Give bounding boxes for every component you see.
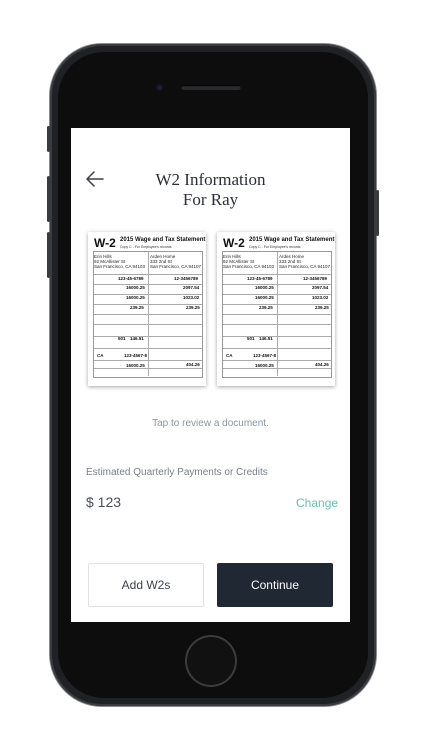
state-id: 123-4567-8 — [253, 353, 277, 358]
front-camera-icon — [155, 83, 164, 92]
form-grid — [93, 251, 203, 378]
page-title-line2: For Ray — [182, 190, 239, 209]
grid-line — [223, 314, 331, 315]
form-code: W-2 — [94, 236, 116, 250]
local-tax: 404.26 — [186, 362, 200, 367]
box12-code: 501 — [247, 336, 255, 341]
home-button[interactable] — [185, 635, 237, 687]
medicare-tax-value: 239.25 — [186, 305, 200, 310]
w2-document-thumbnail[interactable]: W-2 2015 Wage and Tax Statement Copy C -… — [217, 232, 335, 386]
change-link[interactable]: Change — [296, 496, 338, 510]
medicare-tax-value: 239.25 — [315, 305, 329, 310]
grid-line — [94, 368, 202, 369]
ss-wages-value: 16000.25 — [126, 295, 145, 300]
ss-tax-value: 1023.02 — [312, 295, 329, 300]
state-id: 123-4567-8 — [124, 353, 148, 358]
state-code: CA — [97, 353, 104, 358]
grid-line — [223, 348, 331, 349]
wages-value: 16000.25 — [126, 285, 145, 290]
volume-up-button — [47, 176, 50, 222]
add-w2s-button[interactable]: Add W2s — [88, 563, 204, 607]
state-wages: 16000.25 — [255, 363, 274, 368]
state-code: CA — [226, 353, 233, 358]
ssn-value: 123-45-6789 — [118, 276, 144, 281]
page-title-line1: W2 Information — [155, 170, 266, 189]
grid-line — [94, 336, 202, 337]
employee-address: Erin Hills 92 McAllister St San Francisc… — [94, 254, 146, 269]
power-button — [376, 190, 379, 236]
w2-document-thumbnail[interactable]: W-2 2015 Wage and Tax Statement Copy C -… — [88, 232, 206, 386]
grid-line — [223, 324, 331, 325]
app-screen: W2 Information For Ray W-2 2015 Wage and… — [71, 128, 350, 622]
fed-tax-value: 2097.54 — [312, 285, 329, 290]
estimate-amount: $ 123 — [86, 494, 122, 510]
employee-address: Erin Hills 92 McAllister St San Francisc… — [223, 254, 275, 269]
review-hint: Tap to review a document. — [152, 418, 269, 429]
grid-line — [223, 368, 331, 369]
employer-address: Arden Home 333 2nd St San Francisco, CA … — [150, 254, 202, 269]
local-tax: 404.26 — [315, 362, 329, 367]
ssn-value: 123-45-6789 — [247, 276, 273, 281]
grid-line — [94, 324, 202, 325]
form-grid — [222, 251, 332, 378]
form-heading: 2015 Wage and Tax Statement — [249, 237, 335, 243]
estimate-label: Estimated Quarterly Payments or Credits — [86, 467, 268, 478]
box12-code: 501 — [118, 336, 126, 341]
continue-button[interactable]: Continue — [217, 563, 333, 607]
grid-line — [94, 360, 202, 361]
grid-line — [223, 336, 331, 337]
ein-value: 12-3456789 — [303, 276, 328, 281]
form-code: W-2 — [223, 236, 245, 250]
medicare-wages-value: 239.25 — [130, 305, 144, 310]
grid-line — [94, 348, 202, 349]
state-wages: 16000.25 — [126, 363, 145, 368]
earpiece-speaker — [181, 85, 241, 90]
box12-amount: 146.51 — [130, 336, 144, 341]
wages-value: 16000.25 — [255, 285, 274, 290]
form-subheading: Copy C - For Employee's records — [120, 245, 172, 249]
grid-line — [223, 360, 331, 361]
grid-line — [94, 274, 202, 275]
ss-tax-value: 1023.02 — [183, 295, 200, 300]
grid-line — [94, 314, 202, 315]
fed-tax-value: 2097.54 — [183, 285, 200, 290]
form-subheading: Copy C - For Employee's records — [249, 245, 301, 249]
box12-amount: 146.51 — [259, 336, 273, 341]
medicare-wages-value: 239.25 — [259, 305, 273, 310]
volume-down-button — [47, 232, 50, 278]
grid-line — [223, 274, 331, 275]
mute-switch — [47, 126, 50, 152]
form-heading: 2015 Wage and Tax Statement — [120, 237, 206, 243]
ein-value: 12-3456789 — [174, 276, 199, 281]
employer-address: Ardes Home 333 2nd St San Francisco, CA … — [279, 254, 331, 269]
ss-wages-value: 16000.25 — [255, 295, 274, 300]
